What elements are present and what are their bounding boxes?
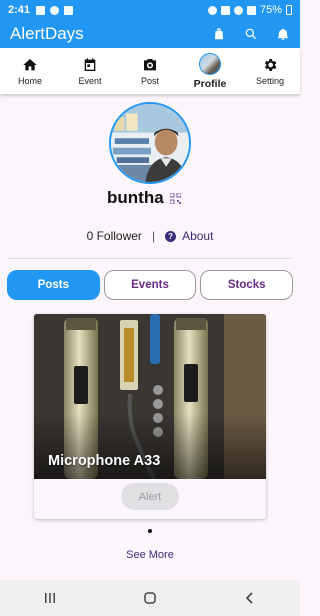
qr-code-icon[interactable] [170, 193, 181, 204]
recent-apps-button[interactable] [43, 591, 57, 605]
image-icon [64, 5, 74, 15]
status-time: 2:41 [8, 4, 31, 16]
about-label: About [182, 229, 214, 243]
app-title: AlertDays [10, 24, 84, 43]
battery-icon [286, 5, 292, 15]
avatar-icon [199, 52, 221, 75]
tab-posts[interactable]: Posts [7, 270, 100, 300]
wifi-icon [233, 5, 243, 15]
post-title: Microphone A33 [48, 453, 161, 469]
follower-count[interactable]: 0 Follower [87, 229, 142, 243]
system-nav-bar [0, 580, 300, 616]
camera-icon [144, 58, 156, 70]
help-icon: ? [165, 230, 177, 242]
main-nav-tabs: Home Event Post Profile Setting [0, 48, 300, 94]
about-link[interactable]: ? About [165, 229, 213, 243]
divider [8, 258, 292, 259]
tab-home[interactable]: Home [0, 48, 60, 94]
notification-icon [36, 5, 46, 15]
home-icon [23, 58, 37, 70]
page-indicator-dot [148, 529, 152, 533]
home-button[interactable] [143, 591, 157, 605]
see-more-link[interactable]: See More [0, 549, 300, 561]
alarm-icon [207, 5, 217, 15]
status-bar: 2:41 75% [0, 0, 300, 20]
tab-profile[interactable]: Profile [180, 48, 240, 94]
app-bar: AlertDays [0, 20, 300, 48]
stats-separator: | [151, 229, 156, 243]
notification-icon [50, 5, 60, 15]
alert-button[interactable]: Alert [121, 483, 179, 510]
gear-icon [264, 58, 277, 71]
tab-events[interactable]: Events [103, 270, 197, 300]
username: buntha [107, 188, 164, 207]
post-card[interactable]: Microphone A33 Alert [34, 314, 266, 519]
calendar-icon [84, 57, 96, 71]
tab-stocks[interactable]: Stocks [200, 270, 294, 300]
back-button[interactable] [243, 591, 257, 605]
tab-setting[interactable]: Setting [240, 48, 300, 94]
content-tabs: Posts Events Stocks [7, 270, 294, 300]
battery-percent: 75% [259, 4, 282, 16]
profile-avatar[interactable] [109, 102, 191, 184]
signal-icon [246, 5, 256, 15]
profile-stats: 0 Follower | ? About [0, 229, 300, 243]
bell-icon[interactable] [276, 27, 290, 41]
mute-icon [220, 5, 230, 15]
tab-event[interactable]: Event [60, 48, 120, 94]
search-icon[interactable] [244, 27, 258, 41]
tab-post[interactable]: Post [120, 48, 180, 94]
shopping-bag-icon[interactable] [212, 27, 226, 41]
